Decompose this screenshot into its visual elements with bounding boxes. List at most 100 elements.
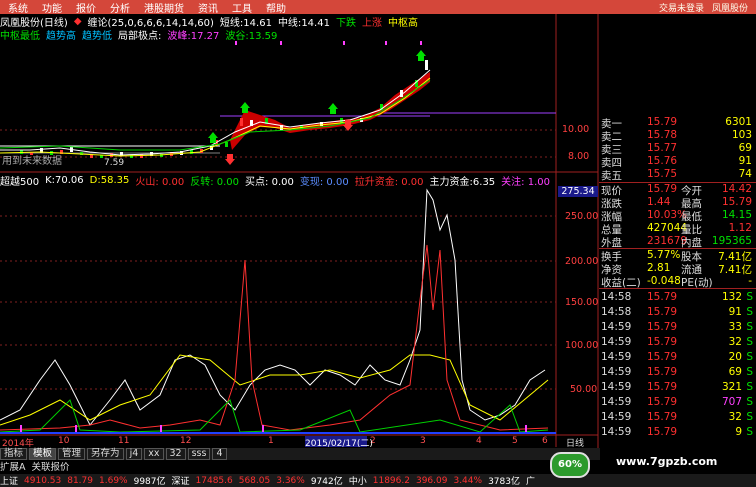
k-label: K: <box>45 174 56 186</box>
low-price-label: 7.59 <box>104 158 125 168</box>
tab-4[interactable]: 4 <box>212 448 227 460</box>
zx-index-amount: 3783亿 <box>488 477 520 487</box>
ind-axis-tick: 150.00 <box>565 297 599 308</box>
date-label: 4 <box>476 436 482 446</box>
sh-index-percent: 1.69% <box>99 475 128 486</box>
selected-date: 2015/02/17(二) <box>305 436 373 449</box>
price-axis-tick: 8.00 <box>568 151 590 162</box>
tick-time: 14:59 <box>601 336 632 348</box>
zx-index-label[interactable]: 中小 <box>349 474 367 487</box>
stat-value: 2.81 <box>647 262 671 274</box>
ind-line-red <box>0 244 549 431</box>
stat-value: 15.79 <box>647 183 678 195</box>
date-label: 11 <box>118 436 130 446</box>
ask-row[interactable]: 卖五 15.75 74 <box>599 168 756 182</box>
chart-canvas[interactable] <box>0 0 600 448</box>
tab-j4[interactable]: j4 <box>125 448 143 460</box>
tick-time: 14:58 <box>601 291 632 303</box>
tick-flag: S <box>746 291 753 303</box>
ask-price: 15.78 <box>647 129 678 141</box>
sz-index-amount: 9742亿 <box>310 477 343 487</box>
tick-row: 14:59 15.79 32 S <box>599 411 756 424</box>
volcano-value: 火山: 0.00 <box>135 176 185 187</box>
tick-row: 14:59 15.79 69 S <box>599 366 756 379</box>
stock-title[interactable]: 凤凰股份(日线) <box>0 14 68 29</box>
tick-flag: S <box>746 366 753 378</box>
tick-flag: S <box>746 396 753 408</box>
sz-index-label[interactable]: 深证 <box>172 474 190 487</box>
indicator-sub-name[interactable]: 超越500 <box>0 174 39 187</box>
buy-arrow-icon <box>328 103 338 114</box>
tick-time: 14:59 <box>601 321 632 333</box>
tick-flag: S <box>746 411 753 423</box>
tick-flag: S <box>746 351 753 363</box>
date-label: 10 <box>58 436 70 446</box>
menu-item-help[interactable]: 帮助 <box>266 0 286 15</box>
up-label: 上涨 <box>361 17 382 29</box>
login-status[interactable]: 交易未登录 <box>659 1 704 14</box>
ask-volume: 6301 <box>725 116 752 128</box>
menu-item-tools[interactable]: 工具 <box>232 0 252 15</box>
tab-save-as[interactable]: 另存为 <box>87 448 124 460</box>
stat-value: -0.048 <box>647 275 681 287</box>
stat-value: 1.12 <box>728 222 752 234</box>
ask-price: 15.75 <box>647 168 678 180</box>
local-pole-label: 局部极点: <box>118 31 162 41</box>
stat-row: 换手 5.77% 股本 7.41亿 <box>599 249 756 263</box>
tick-time: 14:58 <box>601 306 632 318</box>
menu-item-hk-futures[interactable]: 港股期货 <box>144 0 184 15</box>
trend-high-label: 趋势高 <box>46 31 76 41</box>
stat-value: 195365 <box>711 235 752 247</box>
indicator-name[interactable]: 缠论(25,0,6,6,6,14,14,60) <box>88 14 214 29</box>
menu-item-news[interactable]: 资讯 <box>198 0 218 15</box>
menu-item-system[interactable]: 系统 <box>8 0 28 15</box>
tick-time: 14:59 <box>601 351 632 363</box>
ind-axis-tick: 50.00 <box>570 384 598 395</box>
menu-bar: 系统 功能 报价 分析 港股期货 资讯 工具 帮助 交易未登录 凤凰股份 <box>0 0 756 15</box>
bottom-tabs: 指标 模板 管理 另存为 j4 xx 32 sss 4 <box>0 448 600 460</box>
reverse-value: 反转: 0.00 <box>190 176 240 187</box>
price-axis-tick: 10.00 <box>562 124 590 135</box>
date-label: 1 <box>268 436 274 446</box>
ask-row[interactable]: 卖二 15.78 103 <box>599 129 756 143</box>
menu-item-function[interactable]: 功能 <box>42 0 62 15</box>
sz-index-value: 17485.6 <box>195 475 233 486</box>
tick-price: 15.79 <box>647 396 678 408</box>
tab-extension-a[interactable]: 扩展A <box>0 459 26 473</box>
diamond-icon: ◆ <box>73 15 82 27</box>
menu-item-quote[interactable]: 报价 <box>76 0 96 15</box>
future-data-hint: 用到未来数据 <box>2 156 62 167</box>
tick-price: 15.79 <box>647 366 678 378</box>
ask-row[interactable]: 卖四 15.76 91 <box>599 155 756 169</box>
sh-index-label[interactable]: 上证 <box>0 474 18 487</box>
tick-time: 14:59 <box>601 366 632 378</box>
tab-xx[interactable]: xx <box>144 448 164 460</box>
sh-index-change: 81.79 <box>67 475 93 486</box>
down-label: 下跌 <box>335 17 356 29</box>
tab-related-quotes[interactable]: 关联报价 <box>32 459 70 473</box>
date-label: 5 <box>512 436 518 446</box>
progress-badge[interactable]: 60% <box>550 452 590 478</box>
peak-label: 波峰: <box>167 31 191 41</box>
ask-price: 15.79 <box>647 116 678 128</box>
tick-volume: 32 <box>728 411 742 423</box>
conversion-value: 变现: 0.00 <box>299 176 349 187</box>
tick-time: 14:59 <box>601 396 632 408</box>
indicator-info-row1: 凤凰股份(日线) ◆ 缠论(25,0,6,6,6,14,14,60) 短线:14… <box>0 14 430 29</box>
ask-volume: 91 <box>738 155 752 167</box>
ask-row[interactable]: 卖三 15.77 69 <box>599 142 756 156</box>
d-label: D: <box>89 174 101 186</box>
tick-price: 15.79 <box>647 291 678 303</box>
ask-row[interactable]: 卖一 15.79 6301 <box>599 116 756 130</box>
tick-row: 14:59 15.79 32 S <box>599 336 756 349</box>
stat-value: 5.77% <box>647 249 681 261</box>
indicator-info-bar: 超越500 K:70.06 D:58.35 火山: 0.00 反转: 0.00 … <box>0 174 556 187</box>
tab-sss[interactable]: sss <box>187 448 211 460</box>
tab-32[interactable]: 32 <box>165 448 186 460</box>
focus-value: 关注: 1.00 <box>501 176 550 187</box>
menu-item-analysis[interactable]: 分析 <box>110 0 130 15</box>
tick-row: 14:59 15.79 9 S <box>599 426 756 439</box>
window-stock-name: 凤凰股份 <box>711 3 748 14</box>
stat-value: 14.15 <box>721 209 752 221</box>
tick-volume: 132 <box>721 291 742 303</box>
